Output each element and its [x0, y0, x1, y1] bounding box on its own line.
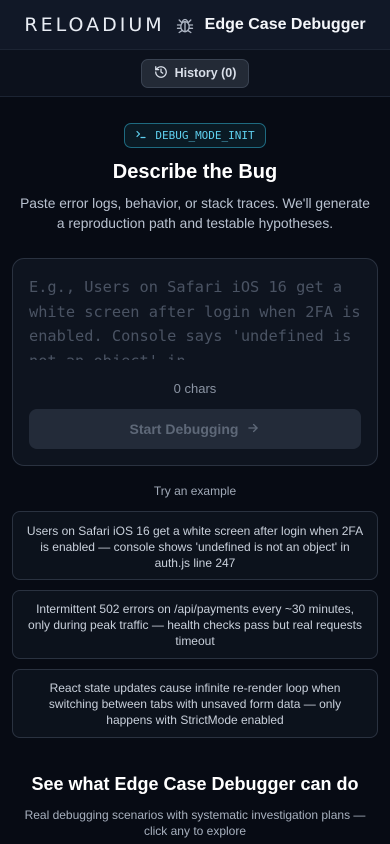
example-item[interactable]: Users on Safari iOS 16 get a white scree… [12, 511, 378, 580]
history-icon [154, 65, 168, 82]
bug-description-input[interactable]: E.g., Users on Safari iOS 16 get a white… [29, 275, 361, 360]
example-item[interactable]: Intermittent 502 errors on /api/payments… [12, 590, 378, 659]
page-subtitle: Paste error logs, behavior, or stack tra… [20, 196, 370, 231]
bug-input-card: E.g., Users on Safari iOS 16 get a white… [12, 258, 378, 466]
history-label: History (0) [174, 66, 237, 80]
reloadium-logo[interactable]: RELOADIUM [24, 14, 164, 36]
start-debugging-label: Start Debugging [129, 421, 239, 437]
start-debugging-button[interactable]: Start Debugging [29, 409, 361, 449]
arrow-right-icon [246, 421, 260, 438]
history-bar: History (0) [0, 50, 390, 97]
debug-mode-badge: DEBUG_MODE_INIT [124, 123, 266, 148]
examples-heading: Try an example [153, 484, 237, 498]
example-item[interactable]: React state updates cause infinite re-re… [12, 669, 378, 738]
examples-list: Users on Safari iOS 16 get a white scree… [12, 511, 378, 738]
history-button[interactable]: History (0) [140, 58, 250, 88]
bug-icon [175, 15, 195, 35]
page-title: Describe the Bug [112, 161, 278, 183]
top-bar: RELOADIUM Edge Case Debugger [0, 0, 390, 50]
showcase-subtitle: Real debugging scenarios with systematic… [24, 808, 366, 838]
app-title: Edge Case Debugger [204, 15, 366, 33]
showcase-title: See what Edge Case Debugger can do [31, 774, 359, 794]
terminal-icon [135, 128, 147, 143]
badge-label: DEBUG_MODE_INIT [155, 129, 255, 142]
char-counter: 0 chars [173, 381, 217, 396]
main-content: DEBUG_MODE_INIT Describe the Bug Paste e… [0, 123, 390, 839]
